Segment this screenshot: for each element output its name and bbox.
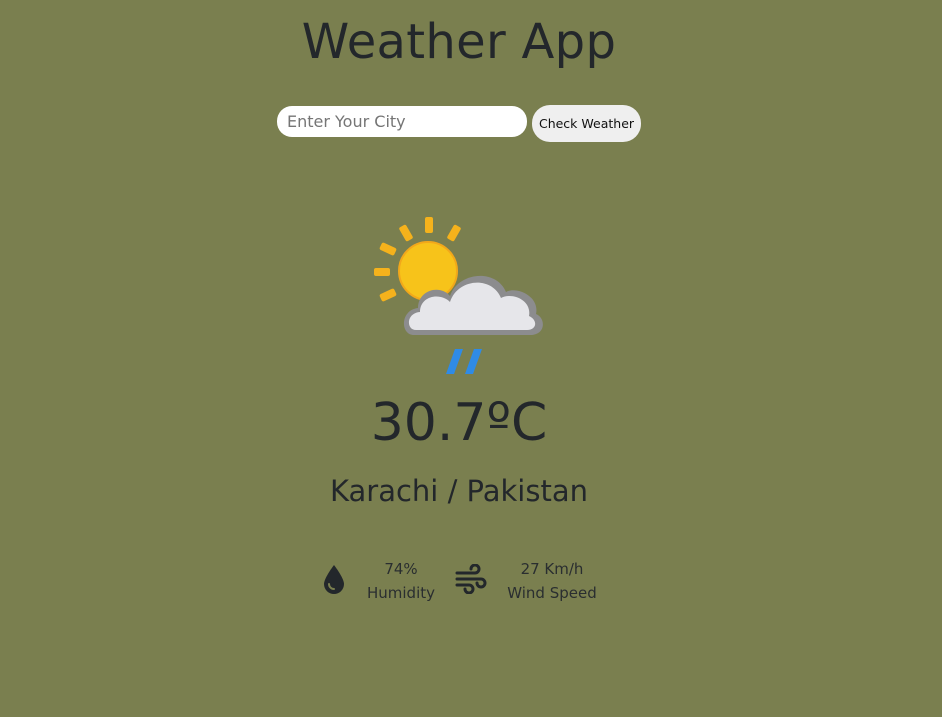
sun-behind-rain-cloud-icon	[374, 217, 543, 374]
wind-label: Wind Speed	[507, 584, 597, 602]
wind-icon	[455, 564, 487, 594]
location: Karachi / Pakistan	[330, 474, 588, 508]
search-bar: Check Weather	[277, 105, 657, 143]
humidity-value: 74%	[384, 560, 418, 578]
page-title: Weather App	[301, 14, 617, 70]
weather-app: Weather App Check Weather 30.7ºC Karachi	[0, 0, 942, 717]
wind-value: 27 Km/h	[520, 560, 584, 578]
city-input[interactable]	[277, 106, 527, 137]
wind-stat: 27 Km/h Wind Speed	[505, 557, 599, 605]
humidity-stat: 74% Humidity	[362, 557, 440, 605]
check-weather-button[interactable]: Check Weather	[532, 105, 641, 142]
water-drop-icon	[324, 565, 344, 594]
temperature: 30.7ºC	[370, 393, 548, 453]
humidity-label: Humidity	[366, 584, 435, 602]
